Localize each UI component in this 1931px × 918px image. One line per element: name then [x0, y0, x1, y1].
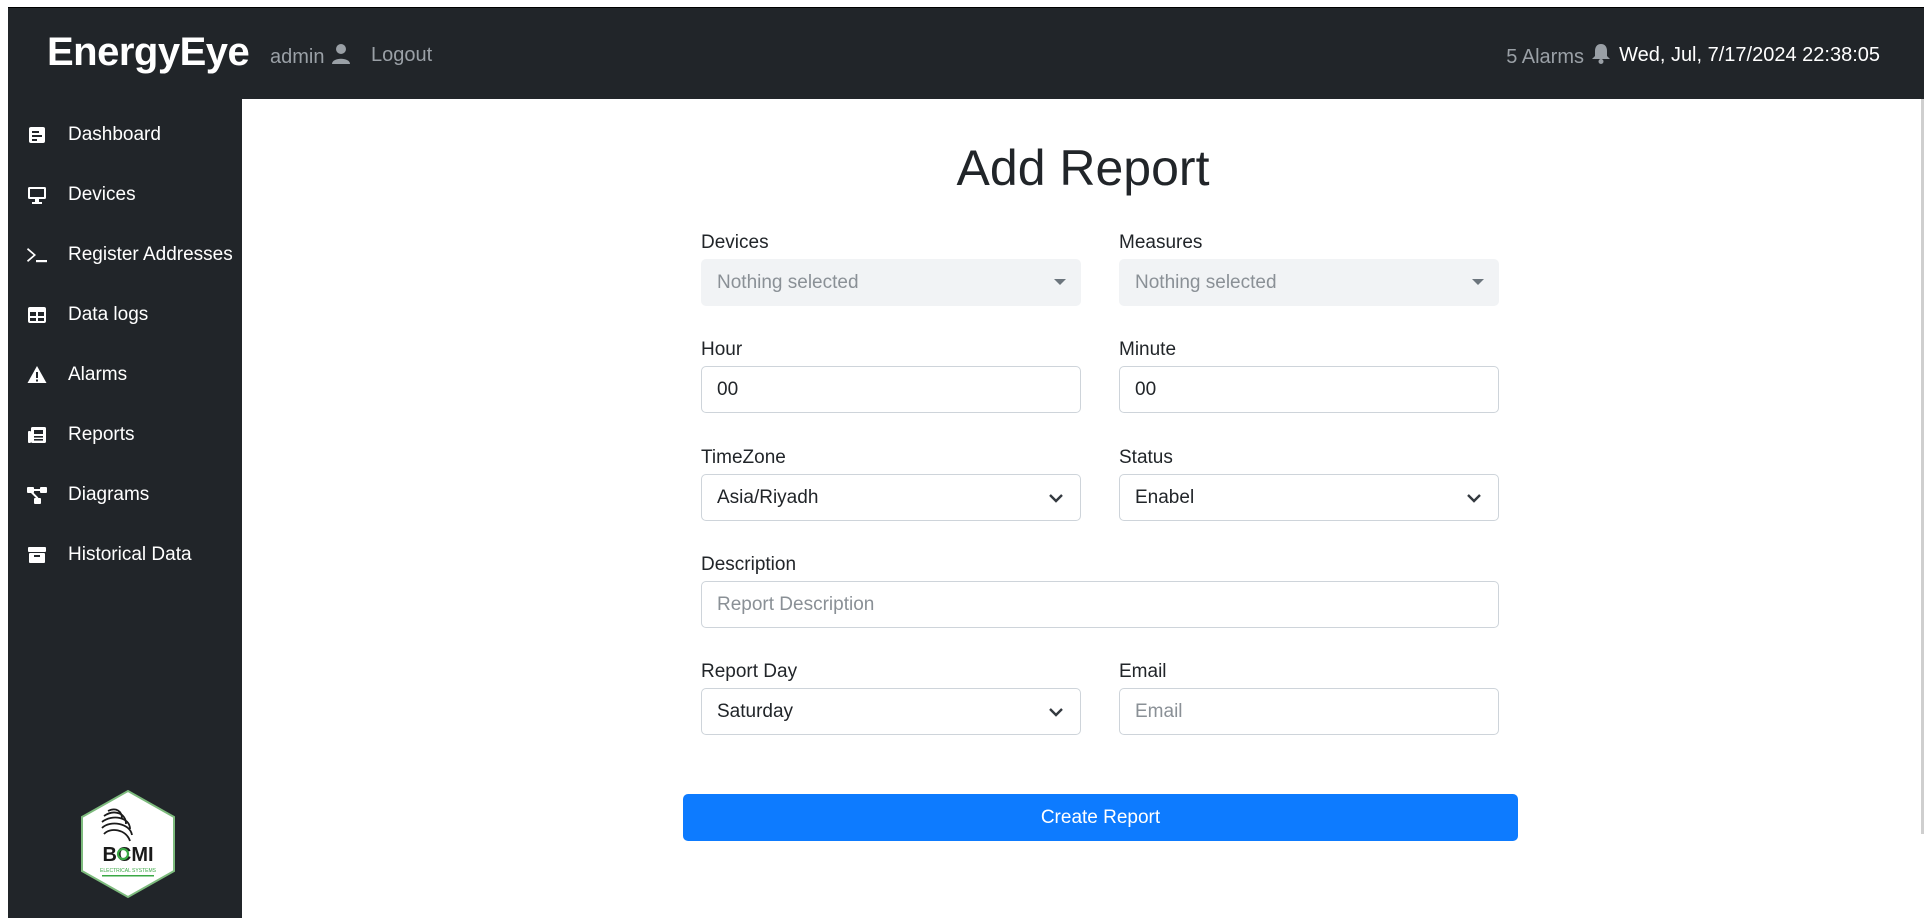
measures-select[interactable]: Nothing selected: [1119, 259, 1499, 306]
username: admin: [270, 45, 325, 68]
app-window: EnergyEye admin Logout 5 Alarms Wed, Jul…: [8, 7, 1924, 918]
description-input[interactable]: Report Description: [701, 581, 1499, 628]
diagram-icon: [26, 484, 48, 506]
user-menu[interactable]: admin: [270, 44, 351, 70]
company-logo: BCMI ELECTRICAL SYSTEMS: [78, 789, 178, 899]
chevron-down-icon: [1048, 704, 1064, 720]
sidebar-item-data-logs[interactable]: Data logs: [8, 293, 242, 337]
scrollbar[interactable]: [1921, 99, 1924, 834]
minute-input-value: 00: [1135, 378, 1157, 400]
sidebar: Dashboard Devices Register Addresses Dat…: [8, 99, 242, 918]
report-day-select-value: Saturday: [717, 700, 794, 722]
user-icon: [332, 44, 351, 70]
email-placeholder: Email: [1135, 700, 1183, 722]
measures-select-value: Nothing selected: [1135, 271, 1277, 293]
status-select-value: Enabel: [1135, 486, 1195, 508]
sidebar-item-diagrams[interactable]: Diagrams: [8, 473, 242, 517]
brand-logo-text[interactable]: EnergyEye: [47, 30, 250, 75]
sidebar-item-label: Reports: [68, 424, 135, 445]
report-day-label: Report Day: [701, 661, 798, 682]
monitor-icon: [26, 184, 48, 206]
datetime-display: Wed, Jul, 7/17/2024 22:38:05: [1619, 44, 1880, 66]
sidebar-item-register-addresses[interactable]: Register Addresses: [8, 233, 242, 277]
minute-input[interactable]: 00: [1119, 366, 1499, 413]
sidebar-item-label: Dashboard: [68, 124, 161, 145]
email-input[interactable]: Email: [1119, 688, 1499, 735]
alarms-indicator[interactable]: 5 Alarms: [1506, 44, 1610, 70]
devices-select[interactable]: Nothing selected: [701, 259, 1081, 306]
sidebar-item-label: Historical Data: [68, 544, 192, 565]
sidebar-item-label: Diagrams: [68, 484, 150, 505]
chevron-down-icon: [1048, 490, 1064, 506]
page-title: Add Report: [956, 140, 1210, 196]
devices-select-value: Nothing selected: [717, 271, 859, 293]
logout-link[interactable]: Logout: [371, 44, 432, 67]
sidebar-item-devices[interactable]: Devices: [8, 173, 242, 217]
warning-icon: [26, 364, 48, 386]
hour-input[interactable]: 00: [701, 366, 1081, 413]
timezone-select-value: Asia/Riyadh: [717, 486, 819, 508]
archive-icon: [26, 544, 48, 566]
create-report-button[interactable]: Create Report: [683, 794, 1518, 841]
email-label: Email: [1119, 661, 1167, 682]
timezone-label: TimeZone: [701, 447, 786, 468]
svg-text:ELECTRICAL SYSTEMS: ELECTRICAL SYSTEMS: [100, 868, 157, 874]
report-day-select[interactable]: Saturday: [701, 688, 1081, 735]
sidebar-item-label: Register Addresses: [68, 244, 233, 265]
sidebar-item-alarms[interactable]: Alarms: [8, 353, 242, 397]
devices-label: Devices: [701, 232, 769, 253]
table-icon: [26, 304, 48, 326]
newspaper-icon: [26, 424, 48, 446]
dashboard-icon: [26, 124, 48, 146]
sidebar-item-label: Alarms: [68, 364, 128, 385]
timezone-select[interactable]: Asia/Riyadh: [701, 474, 1081, 521]
bell-icon: [1592, 44, 1610, 70]
sidebar-item-reports[interactable]: Reports: [8, 413, 242, 457]
sidebar-item-historical-data[interactable]: Historical Data: [8, 533, 242, 577]
sidebar-item-dashboard[interactable]: Dashboard: [8, 113, 242, 157]
chevron-down-icon: [1466, 490, 1482, 506]
description-placeholder: Report Description: [717, 593, 875, 615]
terminal-icon: [26, 244, 48, 266]
main-content: Add Report Devices Nothing selected Meas…: [242, 99, 1924, 918]
measures-label: Measures: [1119, 232, 1203, 253]
hour-input-value: 00: [717, 378, 739, 400]
alarms-count: 5 Alarms: [1506, 45, 1584, 68]
status-select[interactable]: Enabel: [1119, 474, 1499, 521]
sidebar-item-label: Data logs: [68, 304, 149, 325]
sidebar-item-label: Devices: [68, 184, 136, 205]
caret-down-icon: [1472, 279, 1484, 285]
minute-label: Minute: [1119, 339, 1177, 360]
top-navbar: EnergyEye admin Logout 5 Alarms Wed, Jul…: [8, 7, 1924, 99]
description-label: Description: [701, 554, 797, 575]
caret-down-icon: [1054, 279, 1066, 285]
status-label: Status: [1119, 447, 1173, 468]
hour-label: Hour: [701, 339, 743, 360]
